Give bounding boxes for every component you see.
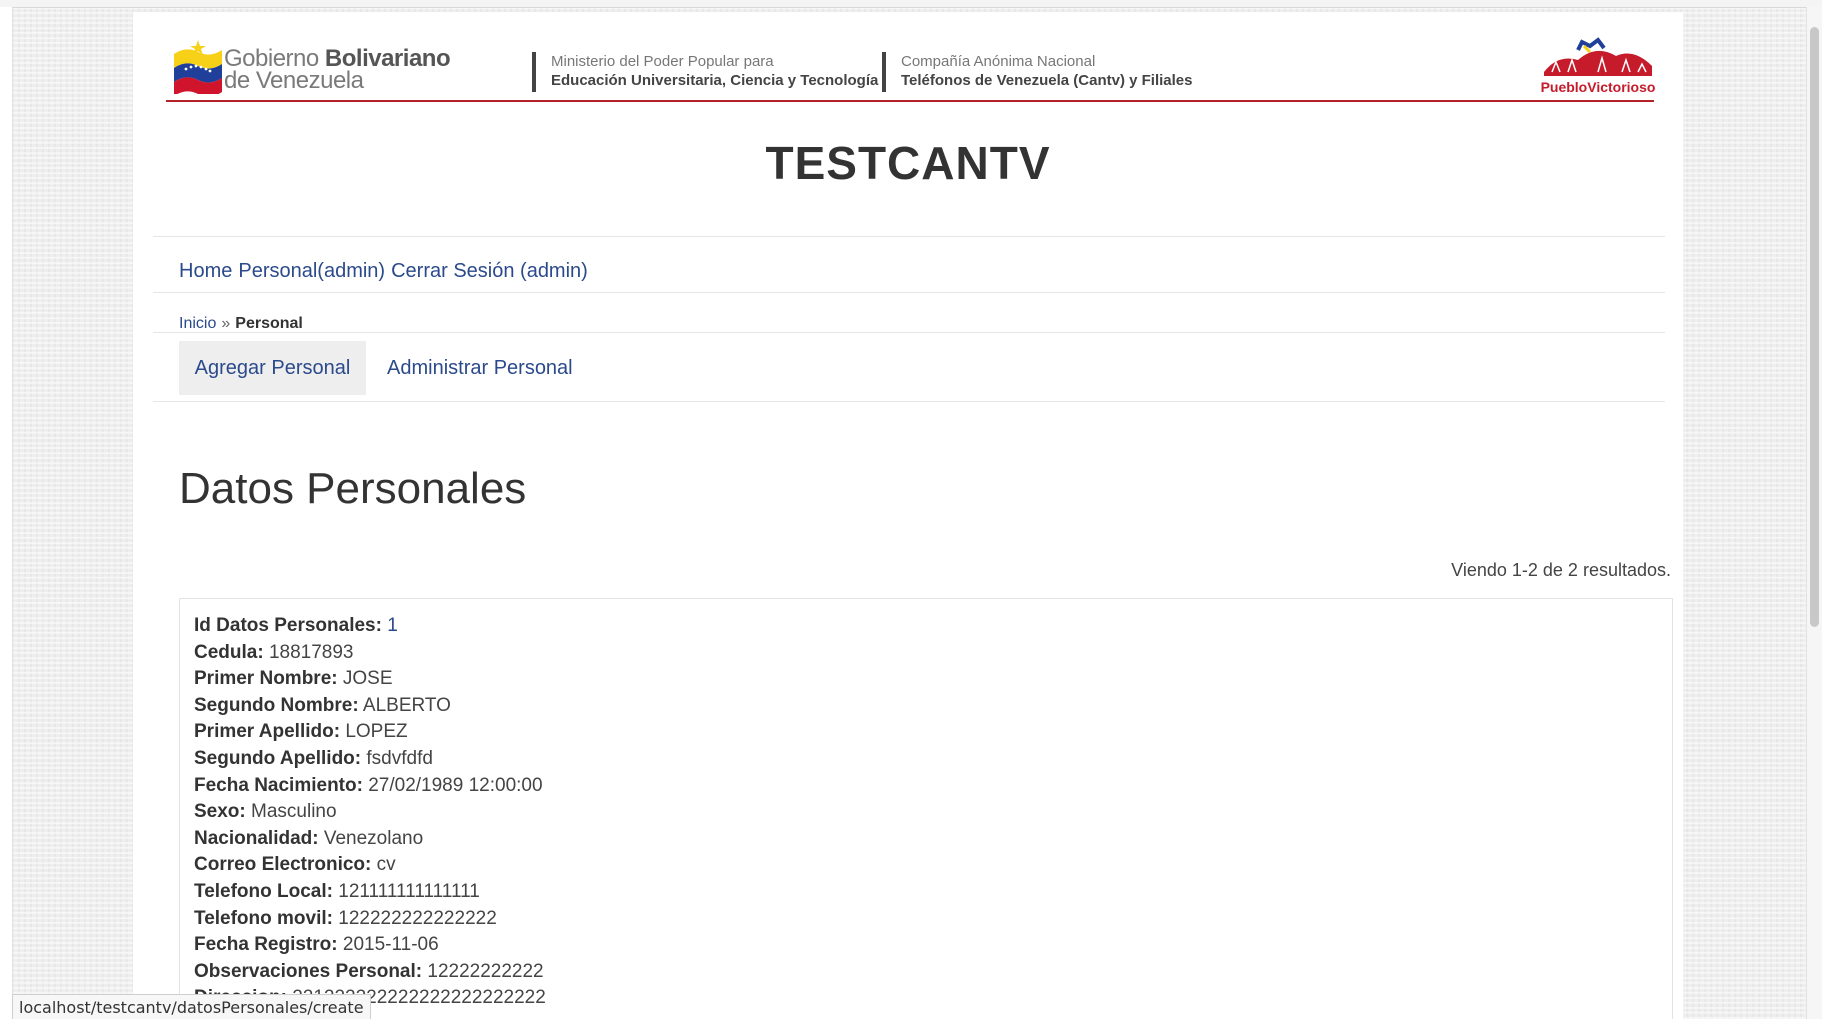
record-field: Nacionalidad: Venezolano bbox=[194, 826, 546, 853]
page-heading: Datos Personales bbox=[179, 464, 527, 513]
breadcrumb: Inicio » Personal bbox=[179, 315, 303, 333]
record-field: Telefono movil: 122222222222222 bbox=[194, 906, 546, 933]
field-value: 12222222222 bbox=[427, 960, 544, 982]
company-line1: Compañía Anónima Nacional bbox=[901, 53, 1096, 70]
field-label: Primer Apellido: bbox=[194, 721, 341, 743]
field-value: fsdvfdfd bbox=[366, 747, 433, 769]
record-field: Fecha Nacimiento: 27/02/1989 12:00:00 bbox=[194, 773, 546, 800]
gov-line2: de Venezuela bbox=[224, 67, 364, 94]
record-field: Segundo Nombre: ALBERTO bbox=[194, 693, 546, 720]
gobierno-bolivariano-logo-text: Gobierno Bolivariano de Venezuela bbox=[224, 47, 451, 94]
field-label: Nacionalidad: bbox=[194, 827, 319, 849]
record-id-link[interactable]: 1 bbox=[387, 615, 398, 636]
record-field: Sexo: Masculino bbox=[194, 799, 546, 826]
breadcrumb-home-link[interactable]: Inicio bbox=[179, 315, 216, 332]
menu-personal-link[interactable]: Personal(admin) bbox=[238, 260, 385, 282]
browser-status-url: localhost/testcantv/datosPersonales/crea… bbox=[12, 994, 371, 1019]
left-gutter bbox=[0, 7, 13, 1019]
field-label: Fecha Registro: bbox=[194, 934, 338, 956]
venezuela-flag-logo-icon bbox=[174, 40, 222, 94]
field-label: Observaciones Personal: bbox=[194, 960, 423, 982]
record-field: Fecha Registro: 2015-11-06 bbox=[194, 932, 546, 959]
page-container: Gobierno Bolivariano de Venezuela Minist… bbox=[133, 12, 1683, 1019]
scrollbar-thumb[interactable] bbox=[1810, 27, 1819, 627]
field-label: Cedula: bbox=[194, 641, 264, 663]
field-label: Primer Nombre: bbox=[194, 668, 338, 690]
field-label: Telefono movil: bbox=[194, 907, 333, 929]
record-field: Cedula: 18817893 bbox=[194, 640, 546, 667]
record-field: Correo Electronico: cv bbox=[194, 852, 546, 879]
record-field-list: Id Datos Personales: 1 Cedula: 18817893 … bbox=[194, 613, 546, 1012]
ministry-line2: Educación Universitaria, Ciencia y Tecno… bbox=[551, 72, 879, 89]
record-field-id: Id Datos Personales: 1 bbox=[194, 613, 546, 640]
breadcrumb-current: Personal bbox=[235, 315, 303, 332]
vertical-scrollbar[interactable] bbox=[1806, 7, 1822, 1019]
field-label: Segundo Nombre: bbox=[194, 694, 359, 716]
field-value: 122222222222222 bbox=[338, 907, 497, 929]
record-field: Segundo Apellido: fsdvfdfd bbox=[194, 746, 546, 773]
record-field: Primer Nombre: JOSE bbox=[194, 666, 546, 693]
field-value: LOPEZ bbox=[345, 721, 408, 743]
record-field: Observaciones Personal: 12222222222 bbox=[194, 959, 546, 986]
record-field: Telefono Local: 121111111111111 bbox=[194, 879, 546, 906]
field-label: Telefono Local: bbox=[194, 880, 333, 902]
ministry-line1: Ministerio del Poder Popular para bbox=[551, 53, 774, 70]
divider bbox=[153, 401, 1665, 402]
menu-logout-link[interactable]: Cerrar Sesión (admin) bbox=[391, 260, 588, 282]
pueblo-victorioso-logo-text: PuebloVictorioso bbox=[1541, 79, 1656, 95]
ministry-text: Ministerio del Poder Popular para Educac… bbox=[551, 52, 878, 90]
divider bbox=[153, 332, 1665, 333]
field-value: 27/02/1989 12:00:00 bbox=[368, 774, 543, 796]
field-value: JOSE bbox=[342, 668, 393, 690]
record-field: Primer Apellido: LOPEZ bbox=[194, 719, 546, 746]
field-label: Correo Electronico: bbox=[194, 854, 372, 876]
field-label: Id Datos Personales: bbox=[194, 615, 382, 636]
pueblo-victorioso-logo-icon: PuebloVictorioso bbox=[1541, 37, 1656, 95]
breadcrumb-separator: » bbox=[221, 315, 231, 332]
browser-top-edge bbox=[0, 0, 1822, 8]
field-value: ALBERTO bbox=[362, 694, 451, 716]
divider bbox=[153, 292, 1665, 293]
company-text: Compañía Anónima Nacional Teléfonos de V… bbox=[901, 52, 1192, 90]
results-summary: Viendo 1-2 de 2 resultados. bbox=[1451, 560, 1671, 580]
company-line2: Teléfonos de Venezuela (Cantv) y Filiale… bbox=[901, 72, 1193, 89]
tab-administrar-personal[interactable]: Administrar Personal bbox=[387, 341, 573, 395]
header-separator bbox=[882, 52, 886, 92]
field-label: Sexo: bbox=[194, 801, 246, 823]
header-separator bbox=[532, 52, 536, 92]
field-value: 121111111111111 bbox=[338, 880, 480, 902]
field-value: cv bbox=[376, 854, 396, 876]
field-value: 2015-11-06 bbox=[342, 934, 439, 956]
site-title: TESTCANTV bbox=[765, 137, 1051, 189]
field-label: Segundo Apellido: bbox=[194, 747, 362, 769]
field-value: Venezolano bbox=[323, 827, 424, 849]
record-card: Id Datos Personales: 1 Cedula: 18817893 … bbox=[179, 598, 1673, 1019]
field-label: Fecha Nacimiento: bbox=[194, 774, 363, 796]
field-value: 18817893 bbox=[268, 641, 354, 663]
main-menu: Home Personal(admin) Cerrar Sesión (admin) bbox=[179, 260, 594, 283]
header-banner: Gobierno Bolivariano de Venezuela Minist… bbox=[166, 22, 1655, 102]
divider bbox=[153, 236, 1665, 237]
menu-home-link[interactable]: Home bbox=[179, 260, 232, 282]
tab-agregar-personal[interactable]: Agregar Personal bbox=[179, 341, 366, 395]
field-value: Masculino bbox=[251, 801, 337, 823]
